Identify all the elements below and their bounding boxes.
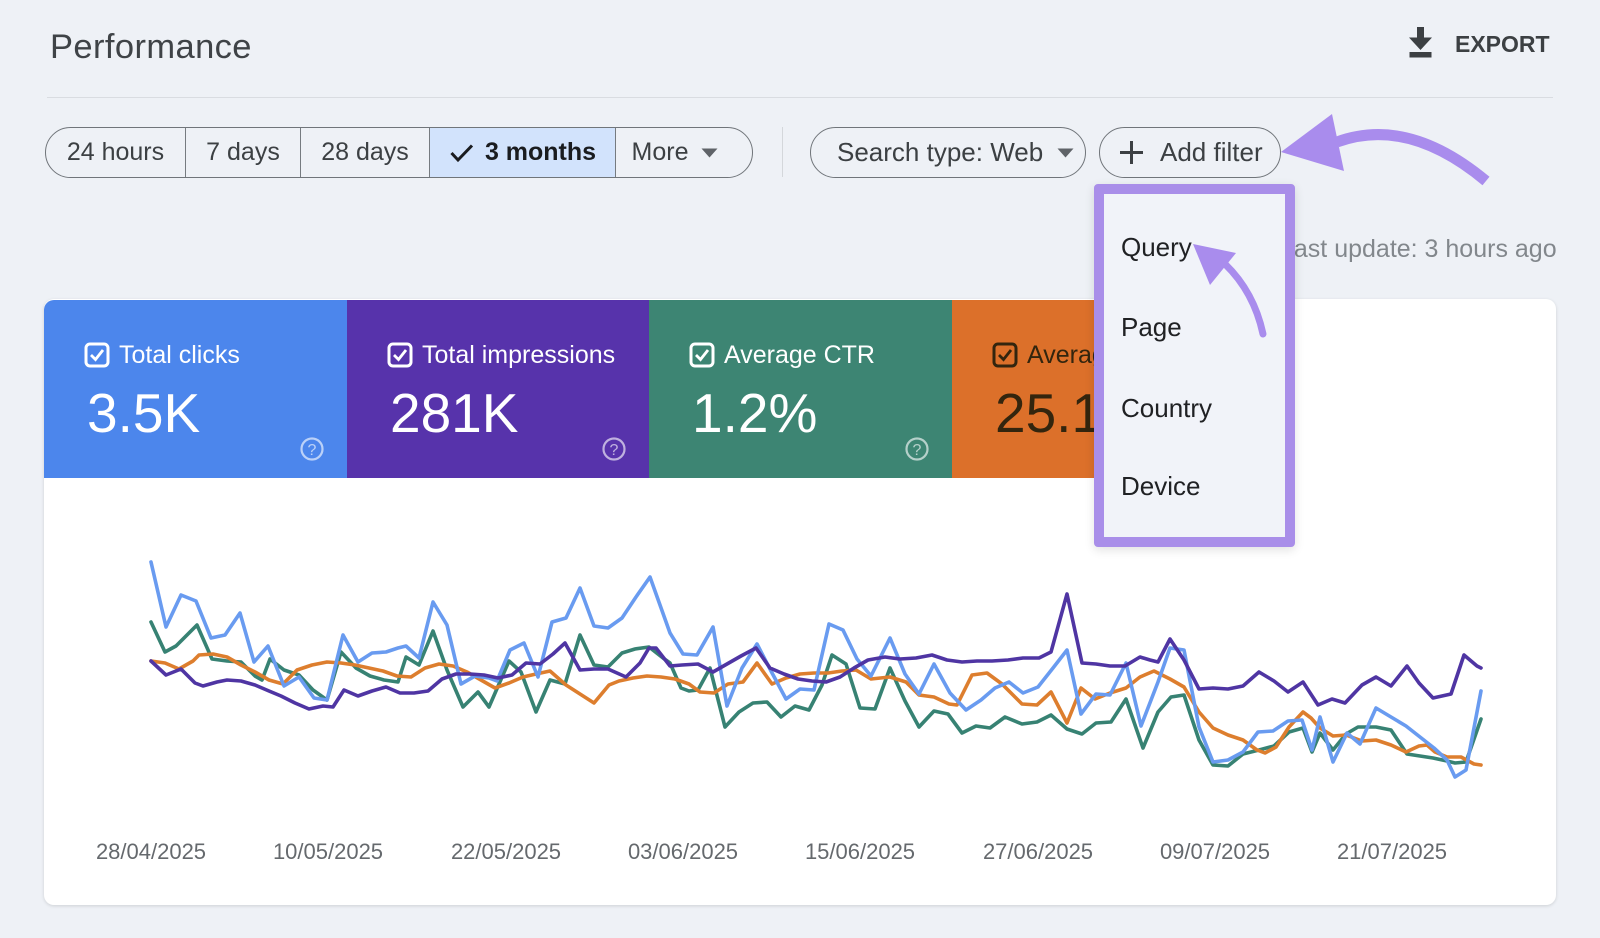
svg-text:Total impressions: Total impressions [422, 341, 615, 369]
svg-text:281K: 281K [390, 382, 519, 444]
svg-text:Total clicks: Total clicks [119, 341, 240, 369]
svg-text:?: ? [308, 442, 317, 459]
svg-text:1.2%: 1.2% [692, 382, 817, 444]
svg-text:?: ? [913, 442, 922, 459]
svg-text:Average CTR: Average CTR [724, 341, 875, 369]
svg-text:3.5K: 3.5K [87, 382, 200, 444]
svg-text:?: ? [610, 442, 619, 459]
svg-text:25.1: 25.1 [995, 382, 1102, 444]
